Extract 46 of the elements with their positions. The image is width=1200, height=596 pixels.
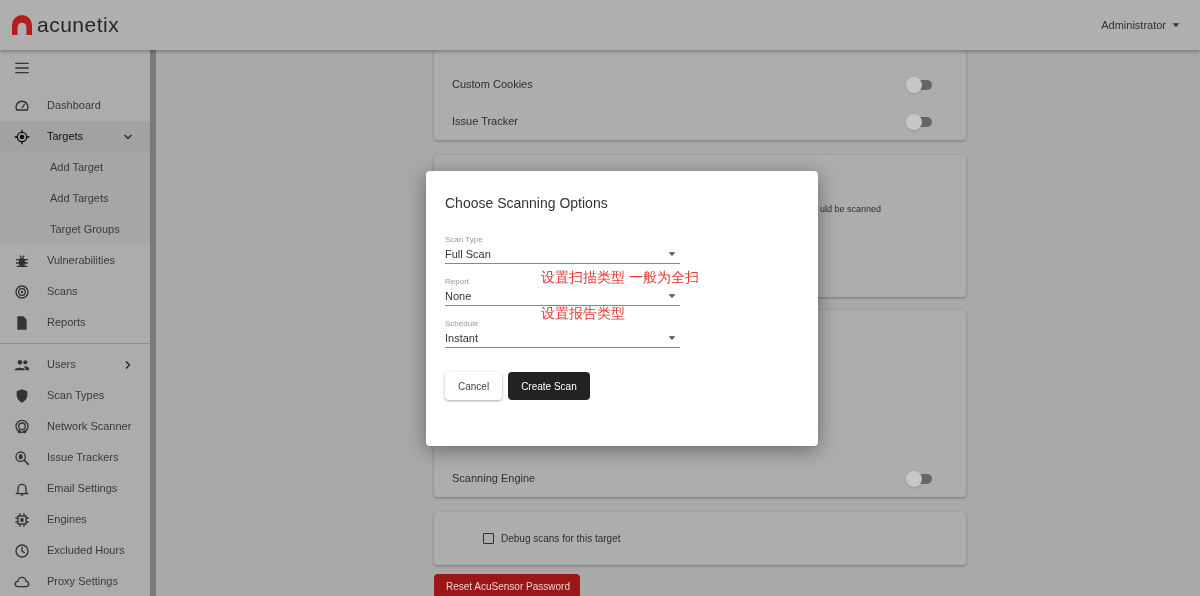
sidebar-item[interactable]: Proxy Settings (0, 566, 150, 596)
bug-search-icon (14, 449, 30, 466)
sidebar-item[interactable]: Targets (0, 121, 150, 152)
document-icon (14, 314, 30, 331)
menu-button[interactable] (14, 60, 30, 76)
sidebar-subitem[interactable]: Add Targets (0, 183, 150, 214)
cancel-button[interactable]: Cancel (445, 372, 503, 400)
sidebar-subitem[interactable]: Target Groups (0, 214, 150, 245)
create-scan-button[interactable]: Create Scan (508, 372, 590, 400)
sidebar-item[interactable]: Issue Trackers (0, 442, 150, 473)
sidebar-item[interactable]: Email Settings (0, 473, 150, 504)
sidebar-item[interactable]: Vulnerabilities (0, 245, 150, 276)
setting-label: Issue Tracker (452, 114, 520, 130)
setting-label: Custom Cookies (452, 77, 534, 93)
sidebar-item[interactable]: Dashboard (0, 90, 150, 121)
caret-icon (1171, 20, 1181, 30)
sidebar-item[interactable]: Scans (0, 276, 150, 307)
checkbox-label: Debug scans for this target (501, 532, 621, 546)
sidebar-item[interactable]: Scan Types (0, 380, 150, 411)
sidebar-item[interactable]: Excluded Hours (0, 535, 150, 566)
target-icon (14, 128, 30, 145)
checkbox[interactable] (483, 533, 494, 544)
select-field[interactable]: Scan Type Full Scan (445, 235, 680, 264)
caret-icon (667, 249, 677, 259)
clock-icon (14, 542, 30, 559)
reset-password-button[interactable]: Reset AcuSensor Password (434, 574, 580, 596)
dialog-title: Choose Scanning Options (445, 194, 609, 213)
caret-icon (667, 333, 677, 343)
sidebar-item[interactable]: Reports (0, 307, 150, 338)
setting-description: uld be scanned (820, 203, 882, 216)
logo-icon (12, 15, 32, 35)
menu-icon (14, 60, 30, 76)
shield-icon (14, 387, 30, 404)
setting-label: Scanning Engine (452, 471, 537, 487)
sidebar-item[interactable]: Engines (0, 504, 150, 535)
sidebar-subitem[interactable]: Add Target (0, 152, 150, 183)
sidebar-item[interactable]: Network Scanner (0, 411, 150, 442)
chip-icon (14, 511, 30, 528)
caret-icon (667, 291, 677, 301)
bug-icon (14, 252, 30, 269)
radar-icon (14, 283, 30, 300)
sidebar-item[interactable]: Users (0, 349, 150, 380)
annotation-text: 设置扫描类型 一般为全扫 (541, 268, 699, 287)
logo-text: acunetix (37, 12, 120, 39)
radar-icon (14, 418, 30, 435)
user-menu[interactable]: Administrator (1101, 16, 1166, 34)
